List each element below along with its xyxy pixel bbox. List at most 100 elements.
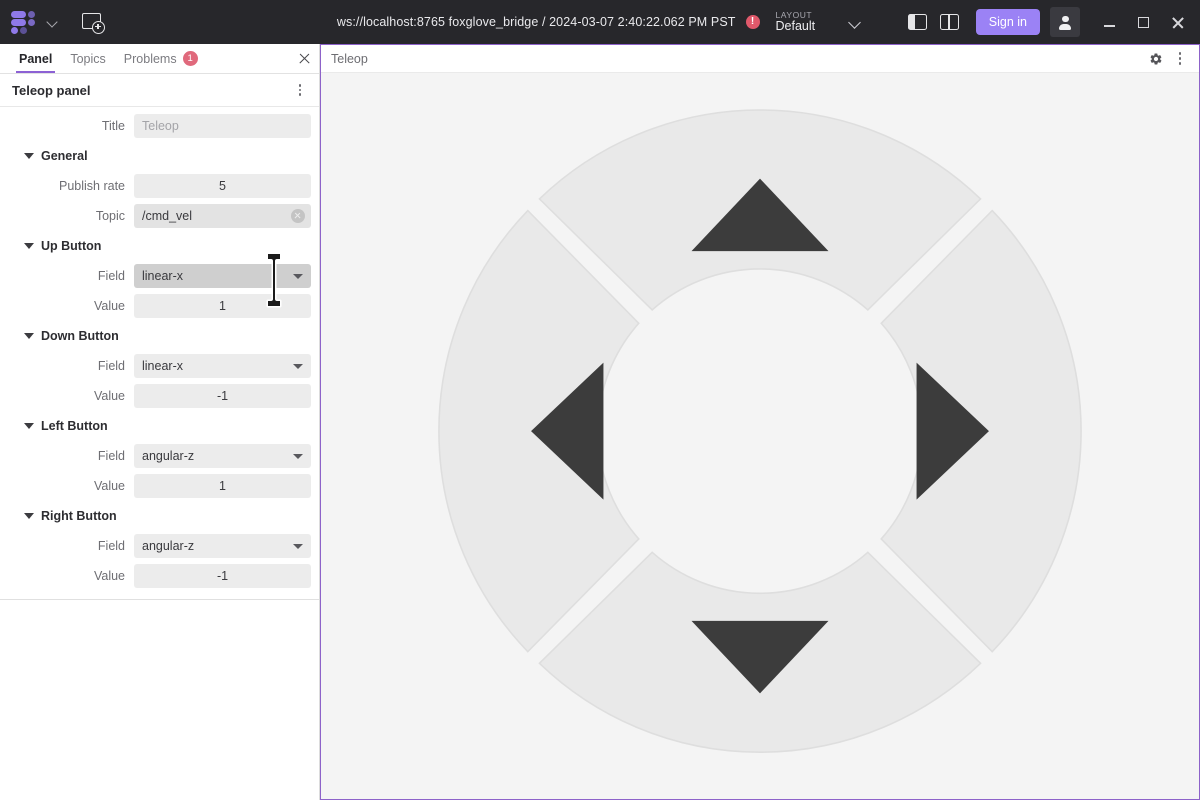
panel-toolbar: Teleop <box>321 45 1199 73</box>
setting-label-up-field: Field <box>97 269 125 283</box>
down-button-value: -1 <box>216 389 229 403</box>
window-close-button[interactable] <box>1160 5 1194 39</box>
top-bar: ws://localhost:8765 foxglove_bridge / 20… <box>0 0 1200 44</box>
settings-divider <box>0 599 319 600</box>
layout-selector[interactable]: LAYOUT Default <box>776 11 864 33</box>
connection-label: ws://localhost:8765 foxglove_bridge / 20… <box>336 15 736 29</box>
chevron-down-icon <box>293 454 303 459</box>
setting-label-publish-rate: Publish rate <box>58 179 125 193</box>
section-header-up-button[interactable]: Up Button <box>0 231 319 261</box>
left-button-field-value: angular-z <box>142 449 195 463</box>
setting-row-down-field: Field linear-x <box>0 351 319 381</box>
left-button-value-input[interactable]: 1 <box>134 474 311 498</box>
chevron-down-icon <box>293 364 303 369</box>
setting-row-right-field: Field angular-z <box>0 531 319 561</box>
foxglove-studio-window: ws://localhost:8765 foxglove_bridge / 20… <box>0 0 1200 800</box>
setting-label-right-value: Value <box>93 569 125 583</box>
right-button-value-input[interactable]: -1 <box>134 564 311 588</box>
caret-down-icon <box>24 423 34 429</box>
window-maximize-button[interactable] <box>1126 5 1160 39</box>
section-title-left-button: Left Button <box>41 419 108 433</box>
app-menu-chevron-down-icon <box>46 15 60 29</box>
setting-label-down-field: Field <box>97 359 125 373</box>
layout-chevron-down-icon[interactable] <box>847 14 863 30</box>
section-header-left-button[interactable]: Left Button <box>0 411 319 441</box>
maximize-icon <box>1137 16 1149 28</box>
sidebar-tabbar: Panel Topics Problems 1 <box>0 44 319 74</box>
close-icon <box>299 53 310 64</box>
account-button[interactable] <box>1050 7 1080 37</box>
add-panel-button[interactable] <box>76 7 110 37</box>
tab-panel[interactable]: Panel <box>10 44 61 73</box>
more-vertical-icon <box>298 83 302 87</box>
setting-row-down-value: Value -1 <box>0 381 319 411</box>
up-button-field-value: linear-x <box>142 269 183 283</box>
setting-row-up-value: Value 1 <box>0 291 319 321</box>
section-header-down-button[interactable]: Down Button <box>0 321 319 351</box>
panel-title: Teleop <box>331 51 368 66</box>
setting-row-left-value: Value 1 <box>0 471 319 501</box>
setting-row-publish-rate: Publish rate 5 <box>0 171 319 201</box>
caret-down-icon <box>24 153 34 159</box>
setting-label-left-field: Field <box>97 449 125 463</box>
title-input[interactable]: Teleop <box>134 114 311 138</box>
publish-rate-input[interactable]: 5 <box>134 174 311 198</box>
gear-icon <box>1150 53 1162 64</box>
title-input-value: Teleop <box>142 119 179 133</box>
connection-error-badge[interactable]: ! <box>745 15 760 29</box>
right-sidebar-toggle-icon <box>940 14 960 30</box>
down-button-value-input[interactable]: -1 <box>134 384 311 408</box>
close-icon <box>1171 16 1184 29</box>
setting-label-topic: Topic <box>95 209 125 223</box>
panel-area: Teleop <box>320 44 1200 800</box>
sign-in-button[interactable]: Sign in <box>975 9 1040 35</box>
add-panel-icon <box>82 12 105 34</box>
dpad-up-button[interactable] <box>538 109 982 311</box>
setting-label-down-value: Value <box>93 389 125 403</box>
panel-settings-button[interactable] <box>1145 48 1167 70</box>
dpad-right-button[interactable] <box>880 209 1082 653</box>
sidebar-close-button[interactable] <box>289 44 319 73</box>
up-button-value: 1 <box>219 299 226 313</box>
topic-clear-icon[interactable] <box>291 209 305 223</box>
left-button-field-select[interactable]: angular-z <box>134 444 311 468</box>
panel-settings-header: Teleop panel <box>0 74 319 107</box>
app-menu-button[interactable] <box>0 10 60 34</box>
tab-topics[interactable]: Topics <box>61 44 114 73</box>
setting-row-title: Title Teleop <box>0 111 319 141</box>
right-button-field-select[interactable]: angular-z <box>134 534 311 558</box>
down-button-field-value: linear-x <box>142 359 183 373</box>
section-header-general[interactable]: General <box>0 141 319 171</box>
teleop-dpad <box>438 109 1082 753</box>
setting-label-up-value: Value <box>93 299 125 313</box>
right-sidebar-toggle-button[interactable] <box>934 7 966 37</box>
left-sidebar-toggle-button[interactable] <box>902 7 934 37</box>
dpad-left-button[interactable] <box>438 209 640 653</box>
panel-settings-menu-button[interactable] <box>289 79 311 101</box>
tab-problems-label: Problems <box>123 51 177 66</box>
account-avatar-icon <box>1057 14 1073 30</box>
left-sidebar: Panel Topics Problems 1 Teleop panel Tit… <box>0 44 320 800</box>
dpad-down-button[interactable] <box>538 551 982 753</box>
section-title-general: General <box>41 149 88 163</box>
topic-input[interactable]: /cmd_vel <box>134 204 311 228</box>
problems-count-badge: 1 <box>182 51 198 66</box>
tab-topics-label: Topics <box>70 51 106 66</box>
right-button-field-value: angular-z <box>142 539 195 553</box>
caret-down-icon <box>24 513 34 519</box>
app-body: Panel Topics Problems 1 Teleop panel Tit… <box>0 44 1200 800</box>
setting-label-right-field: Field <box>97 539 125 553</box>
caret-down-icon <box>24 333 34 339</box>
left-button-value: 1 <box>219 479 226 493</box>
panel-menu-button[interactable] <box>1169 48 1191 70</box>
section-header-right-button[interactable]: Right Button <box>0 501 319 531</box>
up-button-value-input[interactable]: 1 <box>134 294 311 318</box>
up-button-field-select[interactable]: linear-x <box>134 264 311 288</box>
left-sidebar-toggle-icon <box>908 14 928 30</box>
tab-problems[interactable]: Problems 1 <box>115 44 207 73</box>
down-button-field-select[interactable]: linear-x <box>134 354 311 378</box>
topic-input-value: /cmd_vel <box>142 209 193 223</box>
setting-row-right-value: Value -1 <box>0 561 319 591</box>
teleop-panel: Teleop <box>320 44 1200 800</box>
window-minimize-button[interactable] <box>1092 5 1126 39</box>
